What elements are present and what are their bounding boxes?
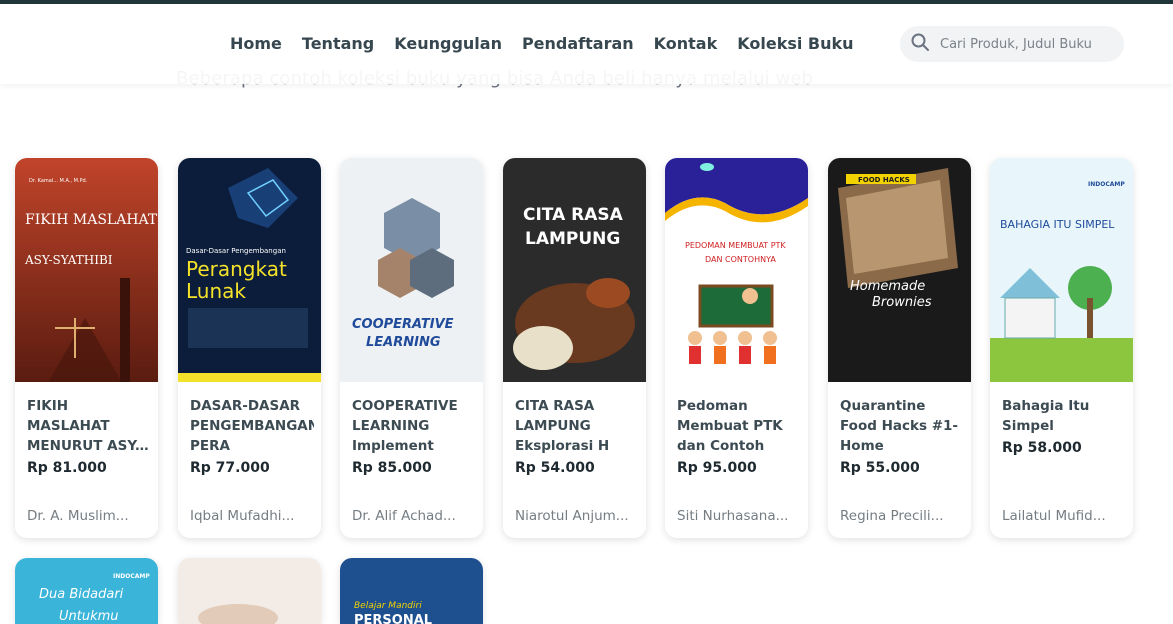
product-card[interactable]: CITA RASA LAMPUNG CITA RASA LAMPUNG Eksp… xyxy=(503,158,646,538)
navbar: Home Tentang Keunggulan Pendaftaran Kont… xyxy=(0,4,1173,84)
cover-brand: INDOCAMP xyxy=(1088,181,1125,188)
search-input[interactable] xyxy=(940,36,1110,52)
nav-tentang[interactable]: Tentang xyxy=(302,34,374,53)
product-card[interactable]: PEDOMAN MEMBUAT PTK DAN CONTOHNYA Pedoma… xyxy=(665,158,808,538)
cover-subtitle: LAMPUNG xyxy=(525,229,620,249)
product-card[interactable]: FOOD HACKS Homemade Brownies Quarantine … xyxy=(828,158,971,538)
nav-pendaftaran[interactable]: Pendaftaran xyxy=(522,34,634,53)
product-author: Dr. Alif Achad... xyxy=(352,508,456,524)
cover-title: PEDOMAN MEMBUAT PTK xyxy=(685,241,786,250)
book-cover[interactable]: FOOD HACKS Homemade Brownies xyxy=(828,158,971,382)
main-nav: Home Tentang Keunggulan Pendaftaran Kont… xyxy=(230,34,854,53)
cover-title: Dua Bidadari xyxy=(39,587,124,602)
cover-title: Homemade xyxy=(850,279,925,294)
nav-keunggulan[interactable]: Keunggulan xyxy=(394,34,502,53)
product-title[interactable]: DASAR-DASAR PENGEMBANGAN PERA xyxy=(190,396,314,456)
nav-home[interactable]: Home xyxy=(230,34,282,53)
product-title[interactable]: COOPERATIVE LEARNING Implement xyxy=(352,396,476,456)
book-cover[interactable]: COOPERATIVE LEARNING xyxy=(340,158,483,382)
book-cover[interactable]: FIKIH MASLAHAT ASY-SYATHIBI Dr. Kamal...… xyxy=(15,158,158,382)
cover-subtitle: Brownies xyxy=(872,295,932,310)
cover-subtitle: DAN CONTOHNYA xyxy=(705,255,776,264)
product-price: Rp 54.000 xyxy=(515,460,595,476)
product-card[interactable]: Belajar Mandiri PERSONAL xyxy=(340,558,483,624)
cover-subtitle: LEARNING xyxy=(366,335,441,350)
book-cover[interactable]: INDOCAMP BAHAGIA ITU SIMPEL xyxy=(990,158,1133,382)
cover-title: COOPERATIVE xyxy=(352,317,454,332)
book-cover[interactable]: PEDOMAN MEMBUAT PTK DAN CONTOHNYA xyxy=(665,158,808,382)
book-cover[interactable]: Belajar Mandiri PERSONAL xyxy=(340,558,483,624)
product-title[interactable]: Quarantine Food Hacks #1- Home xyxy=(840,396,964,456)
product-price: Rp 77.000 xyxy=(190,460,270,476)
product-card[interactable]: COOPERATIVE LEARNING COOPERATIVE LEARNIN… xyxy=(340,158,483,538)
product-price: Rp 58.000 xyxy=(1002,440,1082,456)
product-title[interactable]: CITA RASA LAMPUNG Eksplorasi H xyxy=(515,396,639,456)
cover-author: Dr. Kamal... M.A., M.Pd. xyxy=(29,178,88,184)
product-author: Regina Precili... xyxy=(840,508,944,524)
product-title[interactable]: FIKIH MASLAHAT MENURUT ASY-SYA xyxy=(27,396,151,456)
product-card[interactable]: FIKIH MASLAHAT ASY-SYATHIBI Dr. Kamal...… xyxy=(15,158,158,538)
search-icon xyxy=(910,32,930,56)
cover-subtitle: Lunak xyxy=(186,279,246,303)
book-cover[interactable]: CITA RASA LAMPUNG xyxy=(503,158,646,382)
product-author: Dr. A. Muslim... xyxy=(27,508,129,524)
cover-title: CITA RASA xyxy=(523,205,624,225)
cover-title: BAHAGIA ITU SIMPEL xyxy=(1000,218,1115,231)
product-price: Rp 55.000 xyxy=(840,460,920,476)
cover-subtitle: Untukmu xyxy=(59,609,119,624)
product-card[interactable]: Dasar-Dasar Pengembangan Perangkat Lunak… xyxy=(178,158,321,538)
product-title[interactable]: Pedoman Membuat PTK dan Contoh xyxy=(677,396,801,456)
cover-brand: INDOCAMP xyxy=(113,573,150,580)
product-author: Niarotul Anjum... xyxy=(515,508,629,524)
nav-koleksi-buku[interactable]: Koleksi Buku xyxy=(737,34,853,53)
product-card[interactable]: INDOCAMP Dua Bidadari Untukmu xyxy=(15,558,158,624)
product-price: Rp 85.000 xyxy=(352,460,432,476)
book-cover[interactable] xyxy=(178,558,321,624)
product-title[interactable]: Bahagia Itu Simpel xyxy=(1002,396,1126,436)
book-cover[interactable]: Dasar-Dasar Pengembangan Perangkat Lunak xyxy=(178,158,321,382)
nav-kontak[interactable]: Kontak xyxy=(654,34,718,53)
product-author: Siti Nurhasana... xyxy=(677,508,789,524)
cover-title: Perangkat xyxy=(186,257,287,281)
cover-title: FIKIH MASLAHAT xyxy=(25,212,158,228)
book-cover[interactable]: INDOCAMP Dua Bidadari Untukmu xyxy=(15,558,158,624)
product-card[interactable]: INDOCAMP BAHAGIA ITU SIMPEL Bahagia Itu … xyxy=(990,158,1133,538)
cover-top-text: FOOD HACKS xyxy=(858,176,910,184)
product-price: Rp 81.000 xyxy=(27,460,107,476)
cover-title: Belajar Mandiri xyxy=(354,601,422,611)
cover-subtitle: PERSONAL xyxy=(354,613,432,624)
cover-subtitle: ASY-SYATHIBI xyxy=(24,253,113,267)
product-price: Rp 95.000 xyxy=(677,460,757,476)
product-card[interactable] xyxy=(178,558,321,624)
cover-top-text: Dasar-Dasar Pengembangan xyxy=(186,247,286,255)
product-author: Iqbal Mufadhi... xyxy=(190,508,295,524)
product-author: Lailatul Mufid... xyxy=(1002,508,1106,524)
search-box[interactable] xyxy=(900,26,1124,62)
